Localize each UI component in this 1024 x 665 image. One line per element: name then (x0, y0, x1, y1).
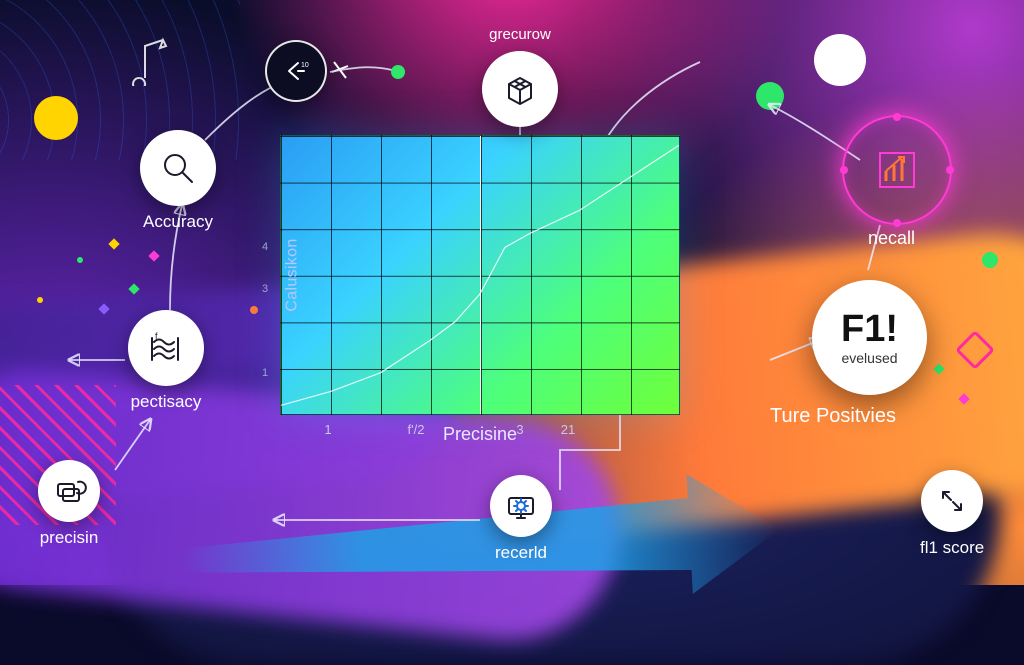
rewind-icon: 10 (265, 40, 327, 102)
decor-dot (34, 96, 78, 140)
f1-sub-text: evelused (841, 350, 897, 366)
chart-up-icon (870, 143, 924, 197)
xtick: 1 (324, 422, 331, 437)
expand-icon (921, 470, 983, 532)
node-precisin: precisin (38, 460, 100, 548)
node-label: necall (868, 228, 915, 249)
node-label: recerld (495, 543, 547, 563)
decor-dot (250, 306, 258, 314)
ytick: 3 (262, 283, 268, 295)
node-label: fl1 score (920, 538, 984, 558)
decor-dot (814, 34, 866, 86)
chart-xlabel: Precisine (280, 424, 680, 445)
xtick: 3 (516, 422, 523, 437)
node-pectisacy: f pectisacy (128, 310, 204, 412)
f1-bubble: F1! evelused (812, 280, 927, 395)
decor-dot (37, 297, 43, 303)
xtick: 21 (561, 422, 575, 437)
cube-icon (482, 51, 558, 127)
spark-icon (330, 60, 350, 80)
decor-dot (982, 252, 998, 268)
decor-dot (756, 82, 784, 110)
waves-icon: f (128, 310, 204, 386)
central-chart: Calusikon Precisine 1 f'/2 3 21 1 3 4 (280, 135, 680, 415)
node-label: pectisacy (131, 392, 202, 412)
gear-monitor-icon (490, 475, 552, 537)
node-accuracy: Accuracy (140, 130, 216, 232)
decor-dot (77, 257, 83, 263)
magnifier-icon (140, 130, 216, 206)
svg-text:10: 10 (301, 62, 309, 69)
ytick: 4 (262, 241, 268, 253)
chart-line (281, 136, 679, 415)
node-grecurow: grecurow (482, 26, 558, 127)
chart-ylabel: Calusikon (284, 238, 302, 311)
xtick: f'/2 (408, 422, 425, 437)
ytick: 1 (262, 367, 268, 379)
node-label: grecurow (489, 26, 551, 43)
chart-grid (280, 135, 680, 415)
label-ture-positives: Ture Positvies (770, 405, 896, 428)
cards-icon (38, 460, 100, 522)
music-note-icon (125, 36, 171, 86)
node-label: precisin (40, 528, 99, 548)
node-recerld: recerld (490, 475, 552, 563)
node-label: Accuracy (143, 212, 213, 232)
node-necall (842, 115, 952, 225)
node-playback: 10 (265, 40, 327, 102)
f1-big-text: F1! (841, 310, 898, 348)
node-f1score: fl1 score (920, 470, 984, 558)
